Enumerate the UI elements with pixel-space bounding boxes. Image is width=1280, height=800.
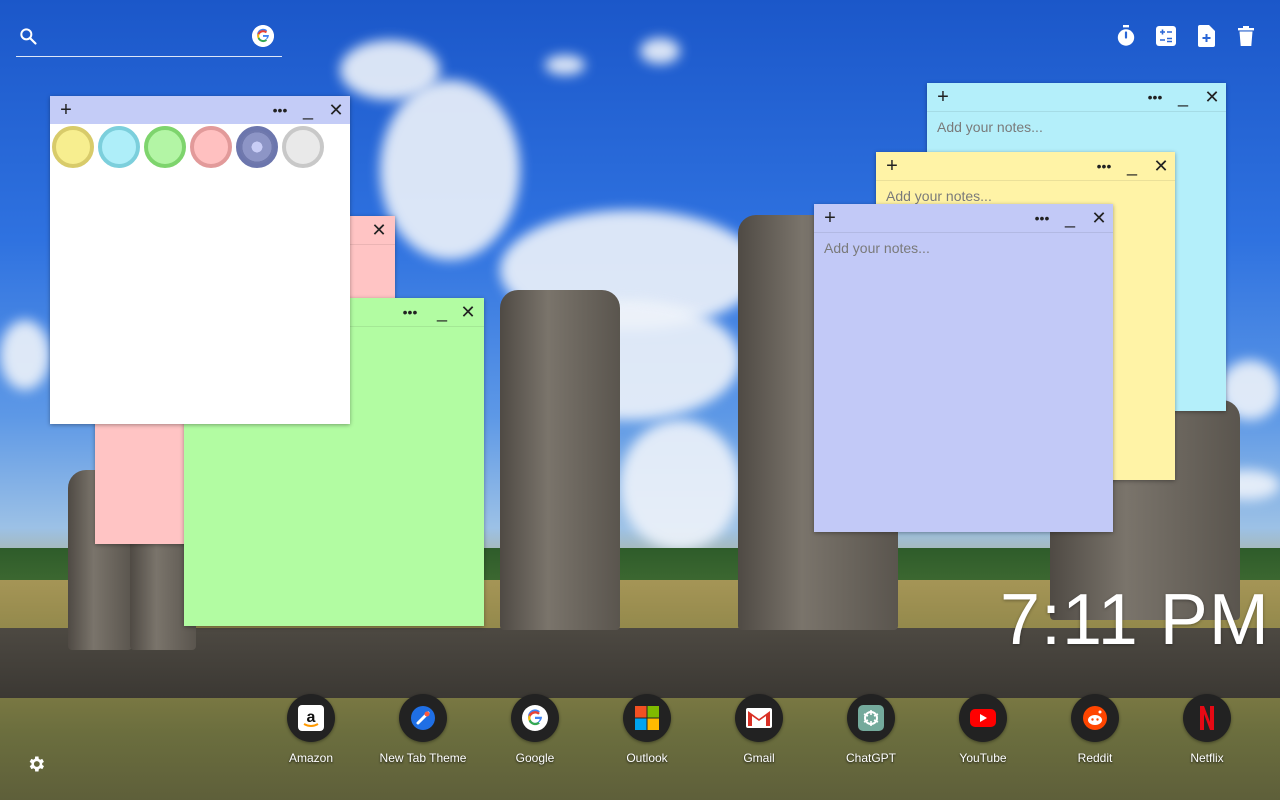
- reddit-icon: [1071, 694, 1119, 742]
- shortcut-label: Netflix: [1190, 751, 1224, 765]
- svg-text:a: a: [307, 709, 316, 726]
- top-toolbar: [1116, 25, 1256, 47]
- timer-icon[interactable]: [1116, 25, 1136, 47]
- minimize-icon[interactable]: _: [1122, 156, 1142, 176]
- shortcut-amazon[interactable]: a Amazon: [255, 694, 367, 765]
- shortcut-outlook[interactable]: Outlook: [591, 694, 703, 765]
- note-text-input[interactable]: [824, 240, 1103, 272]
- note-text-input[interactable]: [937, 119, 1216, 151]
- more-options-icon[interactable]: •••: [400, 302, 420, 322]
- note-title-bar[interactable]: + ••• _ ✕: [814, 204, 1113, 233]
- add-note-plus-icon[interactable]: +: [56, 100, 76, 120]
- shortcut-chatgpt[interactable]: ChatGPT: [815, 694, 927, 765]
- shortcut-gmail[interactable]: Gmail: [703, 694, 815, 765]
- clock: 7:11 PM: [1000, 580, 1270, 660]
- youtube-icon: [959, 694, 1007, 742]
- shortcut-label: New Tab Theme: [379, 751, 467, 765]
- color-swatch-green[interactable]: [144, 126, 186, 168]
- shortcut-label: YouTube: [959, 751, 1007, 765]
- search-icon[interactable]: [18, 26, 38, 46]
- chatgpt-icon: [847, 694, 895, 742]
- outlook-icon: [623, 694, 671, 742]
- close-icon[interactable]: ✕: [1151, 156, 1171, 176]
- more-options-icon[interactable]: •••: [270, 100, 290, 120]
- close-icon[interactable]: ✕: [458, 302, 478, 322]
- shortcut-label: ChatGPT: [845, 751, 896, 765]
- shortcut-google[interactable]: Google: [479, 694, 591, 765]
- more-options-icon[interactable]: •••: [1145, 87, 1165, 107]
- more-options-icon[interactable]: •••: [1094, 156, 1114, 176]
- color-swatch-pink[interactable]: [190, 126, 232, 168]
- search-input[interactable]: [50, 24, 254, 50]
- shortcut-label: Reddit: [1077, 751, 1113, 765]
- gmail-icon: [735, 694, 783, 742]
- trash-icon[interactable]: [1236, 25, 1256, 47]
- add-note-plus-icon[interactable]: +: [820, 208, 840, 228]
- google-icon: [511, 694, 559, 742]
- amazon-icon: a: [287, 694, 335, 742]
- shortcut-reddit[interactable]: Reddit: [1039, 694, 1151, 765]
- close-icon[interactable]: ✕: [1089, 208, 1109, 228]
- sticky-note-white[interactable]: + ••• _ ✕: [50, 96, 350, 424]
- shortcut-label: Amazon: [288, 751, 334, 765]
- shortcut-label: Google: [515, 751, 555, 765]
- search-bar: [16, 20, 282, 57]
- color-swatch-yellow[interactable]: [52, 126, 94, 168]
- minimize-icon[interactable]: _: [1173, 87, 1193, 107]
- color-picker: [52, 126, 324, 168]
- color-swatch-blue[interactable]: [236, 126, 278, 168]
- netflix-icon: [1183, 694, 1231, 742]
- shortcut-netflix[interactable]: Netflix: [1151, 694, 1263, 765]
- add-note-plus-icon[interactable]: +: [933, 87, 953, 107]
- more-options-icon[interactable]: •••: [1032, 208, 1052, 228]
- close-icon[interactable]: ✕: [326, 100, 346, 120]
- minimize-icon[interactable]: _: [298, 100, 318, 120]
- shortcut-dock: a Amazon New Tab Theme Google Outlook Gm…: [255, 694, 1265, 774]
- new-tab-theme-icon: [399, 694, 447, 742]
- close-icon[interactable]: ✕: [369, 220, 389, 240]
- close-icon[interactable]: ✕: [1202, 87, 1222, 107]
- shortcut-new-tab-theme[interactable]: New Tab Theme: [367, 694, 479, 765]
- shortcut-label: Gmail: [743, 751, 775, 765]
- shortcut-label: Outlook: [626, 751, 668, 765]
- add-note-plus-icon[interactable]: +: [882, 156, 902, 176]
- note-title-bar[interactable]: + ••• _ ✕: [50, 96, 350, 124]
- minimize-icon[interactable]: _: [432, 302, 452, 322]
- color-swatch-cyan[interactable]: [98, 126, 140, 168]
- shortcut-youtube[interactable]: YouTube: [927, 694, 1039, 765]
- note-title-bar[interactable]: + ••• _ ✕: [876, 152, 1175, 181]
- note-title-bar[interactable]: + ••• _ ✕: [927, 83, 1226, 112]
- sticky-note-blue[interactable]: + ••• _ ✕: [814, 204, 1113, 532]
- calculator-icon[interactable]: [1156, 25, 1176, 47]
- google-search-engine-icon[interactable]: [252, 25, 274, 47]
- add-note-icon[interactable]: [1196, 25, 1216, 47]
- color-swatch-gray[interactable]: [282, 126, 324, 168]
- settings-gear-icon[interactable]: [26, 754, 46, 774]
- minimize-icon[interactable]: _: [1060, 208, 1080, 228]
